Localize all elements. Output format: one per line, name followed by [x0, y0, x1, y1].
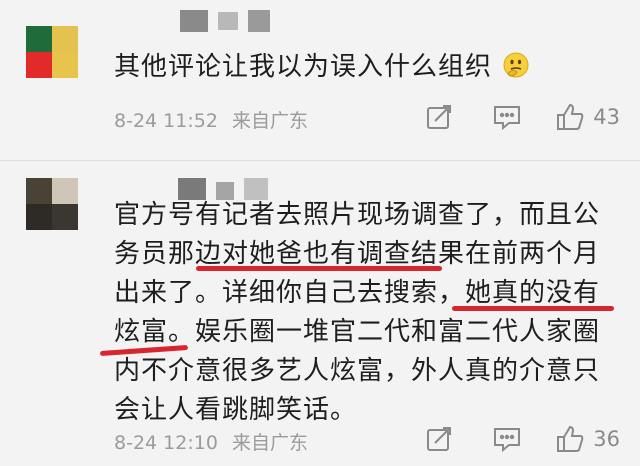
avatar-tile — [26, 178, 52, 204]
redaction-block — [218, 12, 238, 30]
username-redacted[interactable] — [180, 10, 270, 32]
like-button[interactable]: 36 — [555, 424, 620, 454]
avatar-tile — [52, 178, 78, 204]
comment-item: 官方号有记者去照片现场调查了，而且公 务员那边对她爸也有调查结果在前两个月 出来… — [0, 160, 640, 466]
share-button[interactable] — [421, 100, 457, 134]
comment-line: 炫富。娱乐圈一堆官二代和富二代人家圈 — [114, 317, 601, 347]
comment-text: 其他评论让我以为误入什么组织 — [114, 48, 634, 91]
like-count: 36 — [593, 427, 620, 451]
thinking-face-icon — [502, 51, 530, 91]
avatar-tile — [52, 204, 78, 230]
comment-actions: 43 — [389, 100, 620, 134]
comment-text: 官方号有记者去照片现场调查了，而且公 务员那边对她爸也有调查结果在前两个月 出来… — [114, 196, 634, 430]
comment-date: 8-24 11:52 — [114, 110, 218, 132]
avatar-tile — [26, 204, 52, 230]
avatar-tile — [52, 26, 78, 52]
reply-button[interactable] — [489, 100, 525, 134]
comment-icon — [494, 106, 521, 131]
like-count: 43 — [593, 105, 620, 129]
share-button[interactable] — [421, 422, 457, 456]
comment-icon — [494, 428, 521, 453]
comment-location: 来自广东 — [231, 110, 308, 132]
avatar-tile — [52, 52, 78, 78]
highlight-underline — [452, 306, 614, 311]
redaction-block — [248, 10, 270, 32]
comment-line: 官方号有记者去照片现场调查了，而且公 — [114, 200, 601, 230]
redaction-block — [180, 10, 208, 32]
reply-button[interactable] — [489, 422, 525, 456]
thumbs-up-icon — [557, 103, 584, 130]
comment-meta: 8-24 12:10 来自广东 — [114, 428, 308, 455]
avatar[interactable] — [26, 178, 78, 230]
thumbs-up-icon — [557, 425, 584, 452]
comment-location: 来自广东 — [231, 432, 308, 454]
highlight-underline — [196, 266, 442, 271]
comment-text-content: 其他评论让我以为误入什么组织 — [114, 52, 493, 82]
share-icon — [427, 105, 452, 129]
comment-item: 其他评论让我以为误入什么组织 8-24 11:52 来自广东 43 — [0, 0, 640, 160]
comment-line: 内不介意很多艺人炫富，外人真的介意只 — [114, 356, 601, 386]
share-icon — [427, 427, 452, 451]
avatar-tile — [26, 26, 52, 52]
avatar-tile — [26, 52, 52, 78]
like-button[interactable]: 43 — [555, 102, 620, 132]
avatar[interactable] — [26, 26, 78, 78]
comment-actions: 36 — [389, 422, 620, 456]
comment-meta: 8-24 11:52 来自广东 — [114, 106, 308, 133]
comment-date: 8-24 12:10 — [114, 432, 218, 454]
